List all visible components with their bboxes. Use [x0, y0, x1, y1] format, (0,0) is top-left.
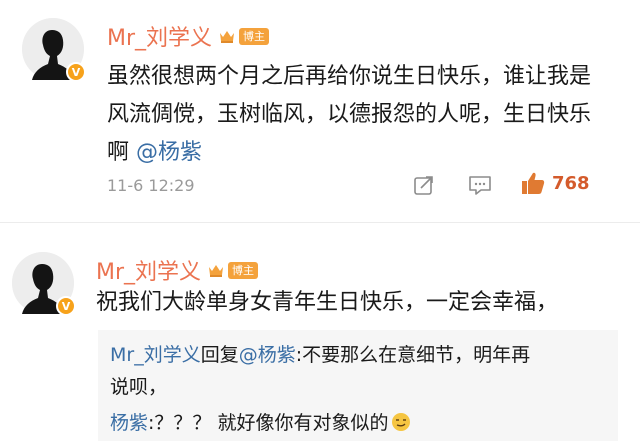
comment-icon	[469, 176, 491, 195]
comment-header: Mr_刘学义 博主	[96, 254, 259, 286]
comment-item: V Mr_刘学义 博主 虽然很想两个月之后再给你说生日快乐，谁让我是风流倜傥，玉…	[0, 0, 640, 210]
host-badge: 博主	[228, 261, 259, 279]
crown-icon	[220, 31, 235, 43]
crown-icon	[209, 265, 224, 277]
like-button[interactable]: 768	[520, 170, 590, 196]
reply-item: Mr_刘学义回复@杨紫:不要那么在意细节，明年再	[110, 344, 531, 366]
share-icon	[414, 176, 433, 195]
like-count: 768	[552, 172, 590, 194]
reply-item-continued: 说呗，	[110, 376, 168, 398]
divider	[0, 222, 640, 223]
comment-button[interactable]	[468, 174, 492, 196]
comment-text: 祝我们大龄单身女青年生日快乐，一定会幸福，	[96, 290, 559, 315]
host-badge: 博主	[239, 27, 270, 45]
smirk-emoji-icon	[392, 413, 411, 431]
username-link[interactable]: Mr_刘学义	[96, 254, 201, 286]
verified-badge: V	[56, 296, 76, 316]
thumbs-up-icon	[522, 172, 545, 194]
comment-item: V Mr_刘学义 博主 祝我们大龄单身女青年生日快乐，一定会幸福， Mr_刘学义…	[0, 240, 640, 441]
timestamp: 11-6 12:29	[107, 176, 195, 195]
comment-meta: 11-6 12:29	[107, 176, 195, 195]
verified-badge: V	[66, 62, 86, 82]
reply-thread: Mr_刘学义回复@杨紫:不要那么在意细节，明年再 说呗， 杨紫:？？？ 就好像你…	[98, 330, 618, 441]
avatar[interactable]: V	[22, 18, 86, 82]
avatar[interactable]: V	[12, 252, 76, 316]
comment-header: Mr_刘学义 博主	[107, 20, 270, 52]
reply-author-link[interactable]: 杨紫	[110, 412, 148, 434]
comment-text: 虽然很想两个月之后再给你说生日快乐，谁让我是风流倜傥，玉树临风，以德报怨的人呢，…	[107, 64, 592, 165]
reply-item: 杨紫:？？？ 就好像你有对象似的	[110, 406, 411, 440]
reply-author-link[interactable]: Mr_刘学义	[110, 344, 201, 366]
mention-link[interactable]: @杨紫	[136, 140, 202, 165]
reply-target-link[interactable]: @杨紫	[239, 344, 296, 366]
share-button[interactable]	[413, 174, 435, 196]
username-link[interactable]: Mr_刘学义	[107, 20, 212, 52]
